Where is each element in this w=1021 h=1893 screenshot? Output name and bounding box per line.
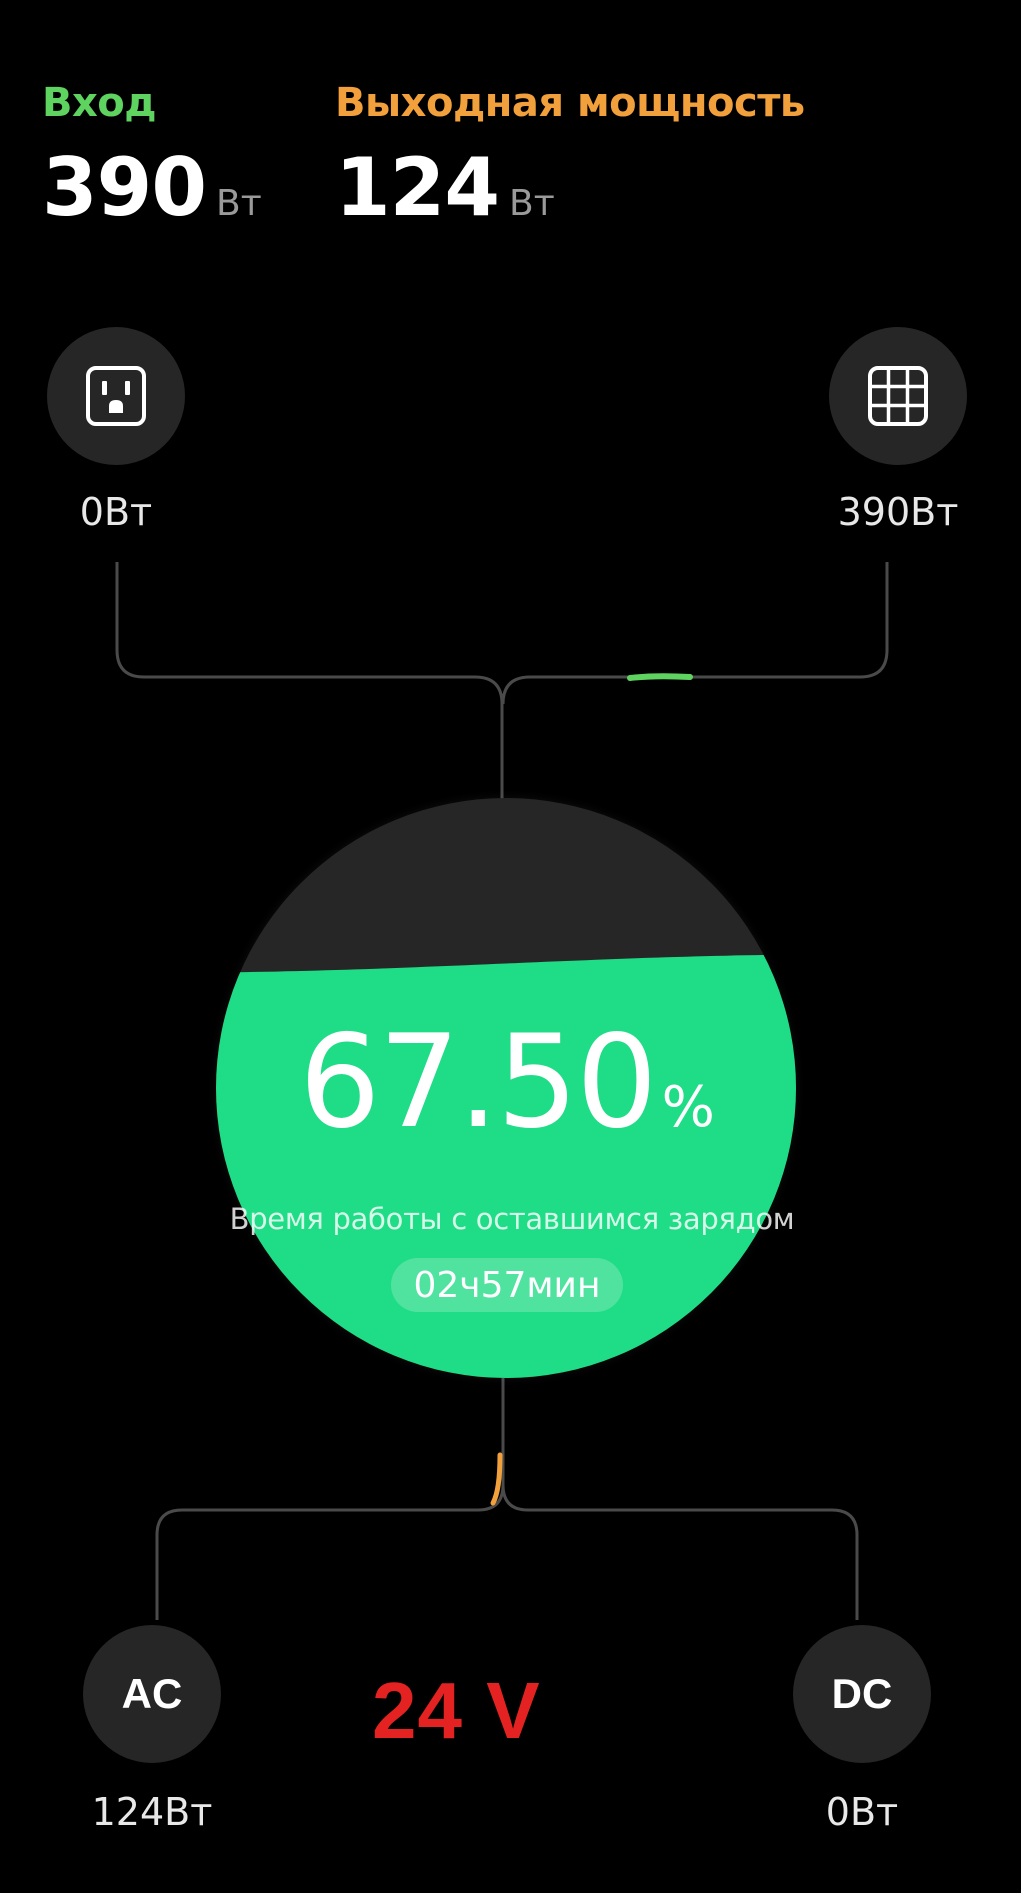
dc-output-button[interactable]: DC — [793, 1625, 931, 1763]
ac-output-button[interactable]: AC — [83, 1625, 221, 1763]
runtime-label: Время работы с оставшимся зарядом — [229, 1202, 795, 1236]
solar-input-button[interactable] — [829, 327, 967, 465]
input-power: 390 Вт — [42, 148, 262, 228]
output-power-unit: Вт — [509, 183, 555, 224]
solar-input-value: 390Вт — [837, 490, 959, 534]
grid-input-button[interactable] — [47, 327, 185, 465]
output-power: 124 Вт — [335, 148, 555, 228]
output-flow-indicator — [490, 1452, 503, 1506]
solar-panel-icon — [868, 366, 928, 426]
runtime-value: 02ч57мин — [391, 1258, 623, 1312]
ac-label: AC — [121, 1670, 183, 1717]
input-power-value: 390 — [42, 141, 207, 234]
battery-percent-value: 67.50 — [299, 1008, 657, 1157]
ac-output-value: 124Вт — [91, 1790, 213, 1834]
voltage-readout: 24 V — [372, 1666, 541, 1755]
input-flow-indicator — [627, 673, 693, 681]
output-label: Выходная мощность — [335, 80, 805, 126]
battery-percent-sign: % — [661, 1075, 715, 1140]
dc-output-value: 0Вт — [825, 1790, 899, 1834]
input-label: Вход — [42, 80, 157, 126]
grid-input-value: 0Вт — [79, 490, 153, 534]
dc-label: DC — [831, 1670, 893, 1717]
battery-percent: 67.50% — [216, 1008, 796, 1157]
outlet-icon — [86, 366, 146, 426]
output-power-value: 124 — [335, 141, 500, 234]
input-power-unit: Вт — [216, 183, 262, 224]
